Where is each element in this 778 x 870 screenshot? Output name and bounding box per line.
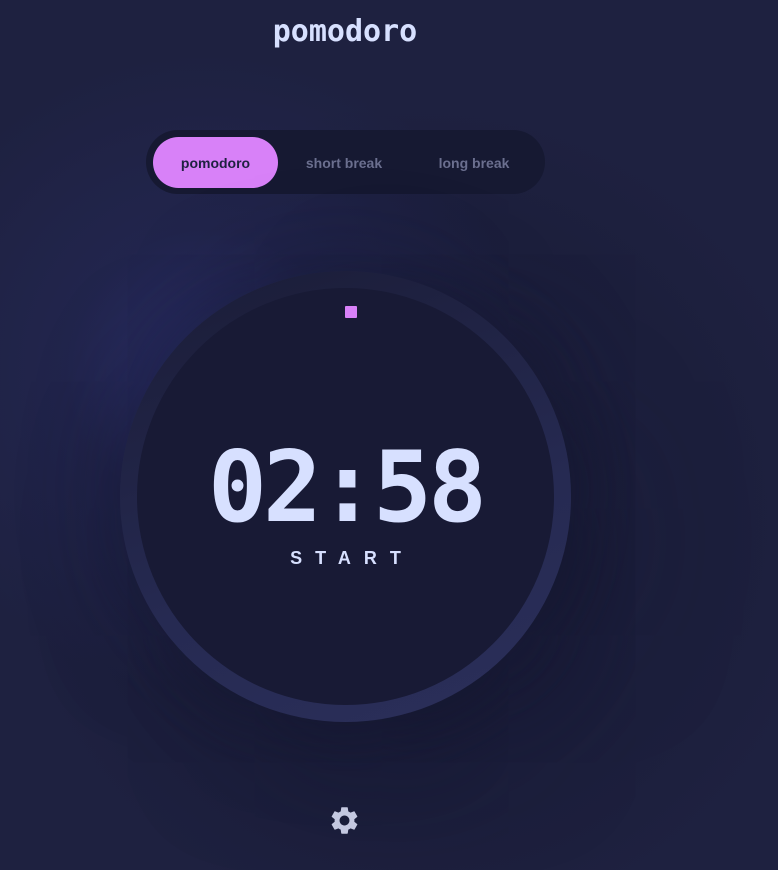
- time-remaining: 02:58: [207, 431, 487, 545]
- app-title: pomodoro: [272, 14, 418, 49]
- start-button[interactable]: START: [120, 548, 571, 569]
- tab-long-break[interactable]: long break: [410, 137, 538, 188]
- settings-button[interactable]: [328, 804, 361, 837]
- progress-indicator: [345, 306, 357, 318]
- tab-pomodoro[interactable]: pomodoro: [153, 137, 278, 188]
- gear-icon: [331, 807, 358, 834]
- tab-short-break[interactable]: short break: [280, 137, 408, 188]
- mode-tabs: pomodoro short break long break: [146, 130, 545, 194]
